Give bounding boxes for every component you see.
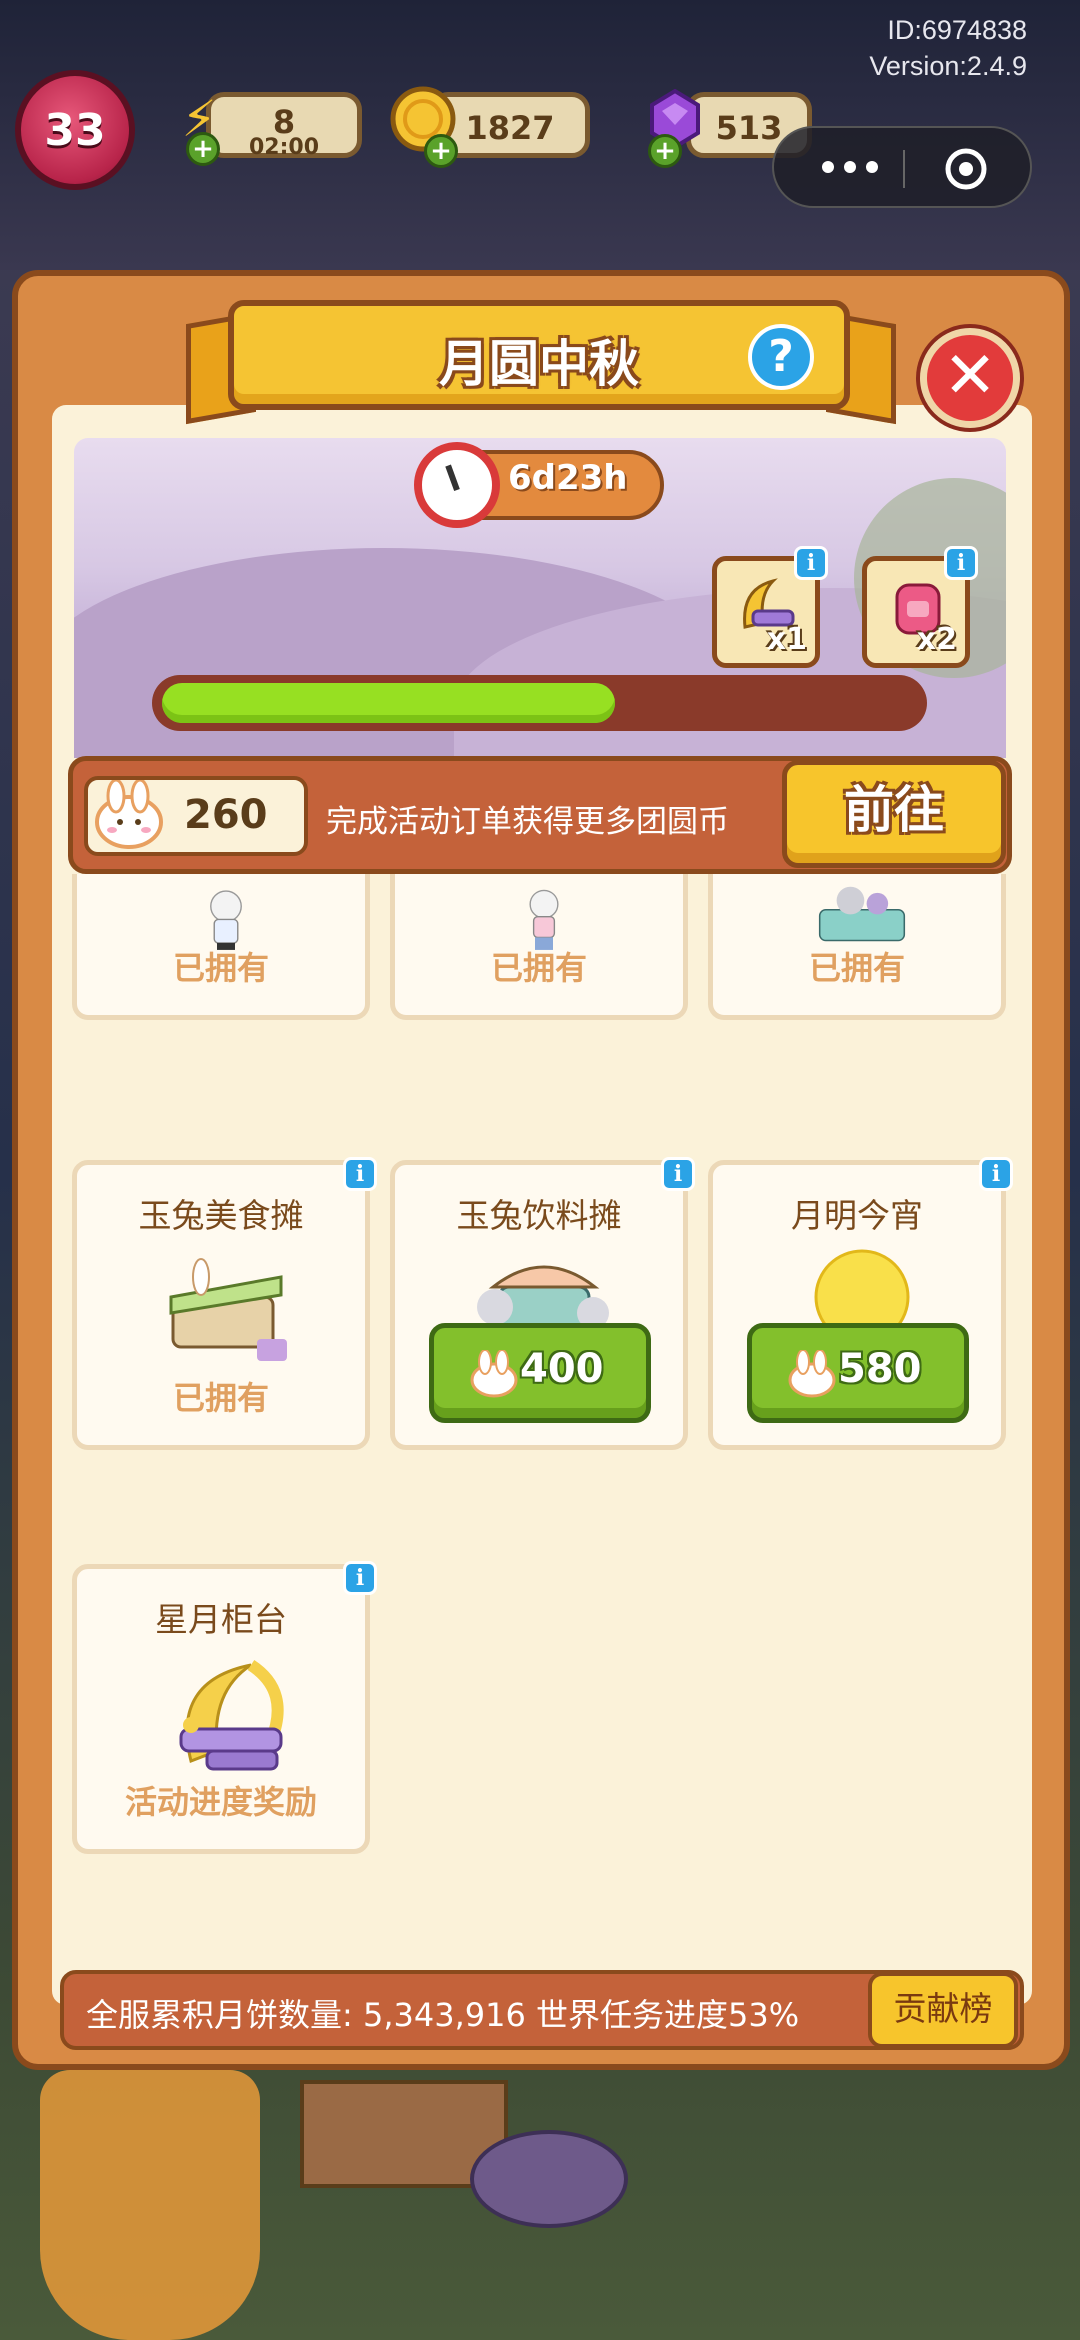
- background-lightning-sign: [40, 2070, 260, 2340]
- item-status: 已拥有: [808, 949, 905, 987]
- bunny-coin-icon: [470, 1350, 518, 1398]
- item-grid[interactable]: 已拥有 已拥有 已拥有 玉兔美食摊 已拥有 i 玉兔饮料摊 400 i 月明今宵…: [52, 874, 1032, 1952]
- info-icon[interactable]: i: [343, 1561, 377, 1595]
- gem-plus-button[interactable]: +: [648, 134, 682, 168]
- energy-plus-button[interactable]: +: [186, 132, 220, 166]
- contribution-rank-button[interactable]: 贡献榜: [868, 1972, 1018, 2048]
- item-card-boy[interactable]: 已拥有: [390, 874, 688, 1020]
- info-icon[interactable]: i: [944, 546, 978, 580]
- item-title: 玉兔美食摊: [138, 1196, 304, 1235]
- event-progress-bar: [152, 675, 927, 731]
- coin-plus-button[interactable]: +: [424, 134, 458, 168]
- mini-program-capsule: [772, 126, 1032, 208]
- background-stool: [470, 2130, 628, 2228]
- star-moon-counter-icon: [179, 1659, 284, 1771]
- reward-count: x1: [766, 622, 807, 657]
- help-icon[interactable]: ?: [748, 324, 814, 390]
- time-left: 6d23h: [508, 458, 628, 498]
- rabbit-food-stall-icon: [169, 1258, 287, 1361]
- item-price: 580: [838, 1346, 922, 1392]
- item-price: 400: [520, 1346, 604, 1392]
- item-card-rabbit-drink-stall[interactable]: 玉兔饮料摊 400 i: [390, 1157, 695, 1450]
- currency-hint: 完成活动订单获得更多团圆币: [326, 804, 729, 840]
- item-card-star-moon-counter[interactable]: 星月柜台 活动进度奖励 i: [72, 1561, 377, 1854]
- version: Version:2.4.9: [869, 51, 1027, 81]
- buy-button[interactable]: 400: [429, 1323, 651, 1423]
- item-title: 玉兔饮料摊: [456, 1196, 622, 1235]
- buy-button[interactable]: 580: [747, 1323, 969, 1423]
- close-icon[interactable]: ✕: [920, 328, 1020, 428]
- item-card-girl[interactable]: 已拥有: [72, 874, 370, 1020]
- item-status: 已拥有: [490, 949, 587, 987]
- reward-count: x2: [916, 622, 957, 657]
- item-card-flower-stand[interactable]: 已拥有: [708, 874, 1006, 1020]
- info-icon[interactable]: i: [794, 546, 828, 580]
- capsule-divider: [903, 150, 905, 188]
- player-id: ID:6974838: [887, 15, 1027, 45]
- go-button[interactable]: 前往: [782, 760, 1006, 868]
- item-card-bright-moon[interactable]: 月明今宵 580 i: [708, 1157, 1013, 1450]
- player-id-version: ID:6974838 Version:2.4.9: [869, 12, 1027, 84]
- clock-icon: [414, 442, 500, 528]
- info-icon[interactable]: i: [661, 1157, 695, 1191]
- item-status: 活动进度奖励: [124, 1783, 317, 1821]
- event-progress-fill: [162, 683, 615, 723]
- item-card-rabbit-food-stall[interactable]: 玉兔美食摊 已拥有 i: [72, 1157, 377, 1450]
- item-title: 月明今宵: [791, 1196, 923, 1235]
- info-icon[interactable]: i: [343, 1157, 377, 1191]
- item-title: 星月柜台: [155, 1600, 287, 1639]
- item-status: 已拥有: [172, 1379, 269, 1417]
- more-menu-button[interactable]: [810, 142, 890, 192]
- currency-amount: 260: [184, 792, 268, 838]
- item-status: 已拥有: [172, 949, 269, 987]
- bunny-coin-icon: [95, 780, 163, 849]
- bunny-coin-icon: [788, 1350, 836, 1398]
- exit-target-icon[interactable]: [942, 145, 990, 193]
- level-badge[interactable]: 33: [15, 70, 135, 190]
- info-icon[interactable]: i: [979, 1157, 1013, 1191]
- world-task-stats: 全服累积月饼数量: 5,343,916 世界任务进度53%: [86, 1996, 800, 2034]
